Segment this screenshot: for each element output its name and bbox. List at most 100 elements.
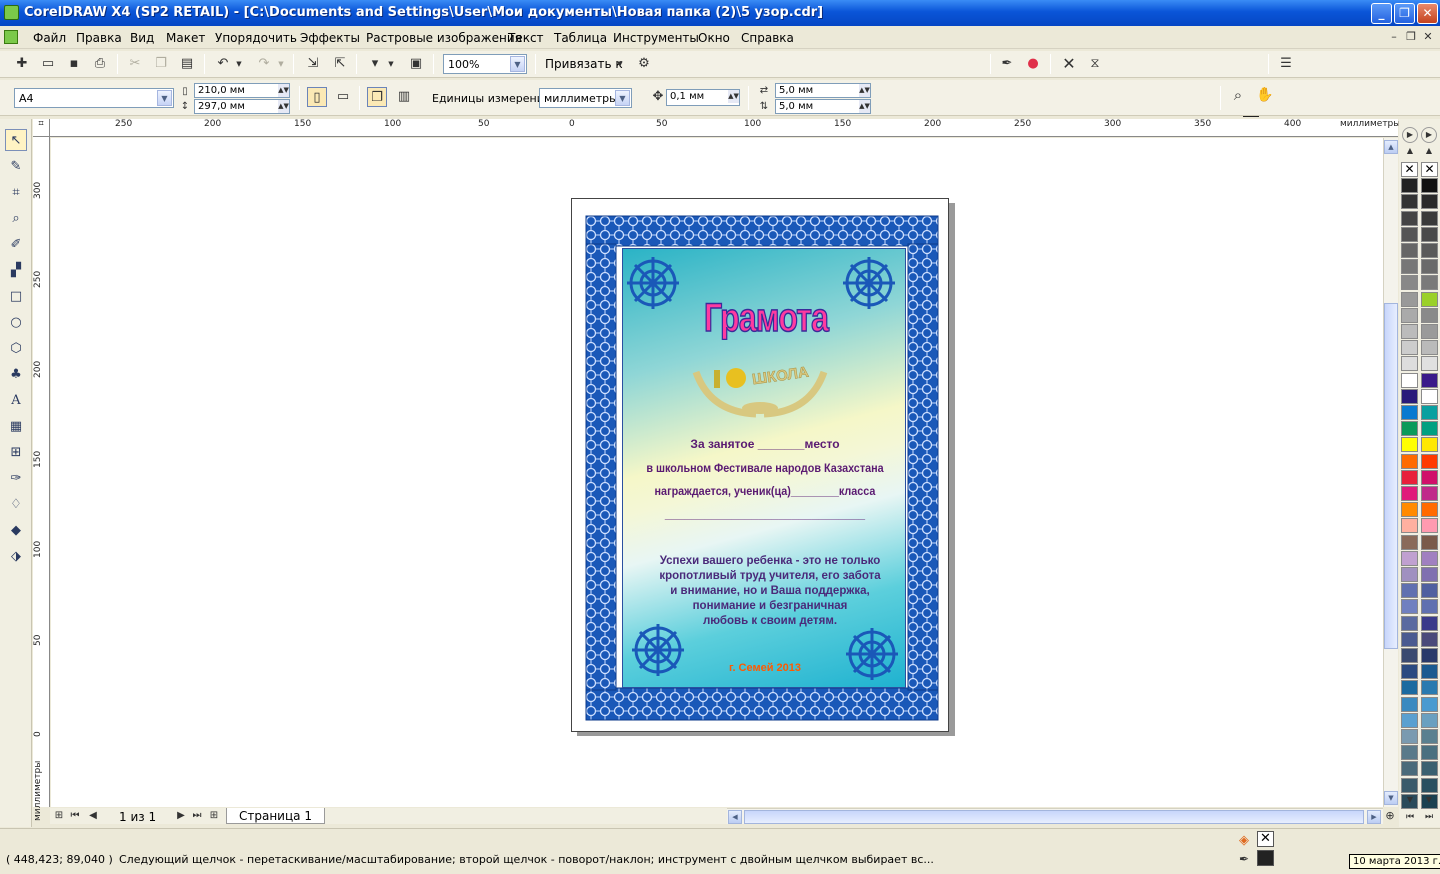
landscape-icon[interactable]: ▭ bbox=[333, 87, 353, 107]
color-swatch[interactable] bbox=[1401, 664, 1418, 680]
palette-up-icon[interactable]: ▲ bbox=[1402, 141, 1418, 157]
color-swatch[interactable] bbox=[1421, 469, 1438, 485]
color-swatch[interactable] bbox=[1401, 226, 1418, 242]
cut-icon[interactable]: ✂ bbox=[125, 54, 145, 74]
menu-bitmaps[interactable]: Растровые изображения bbox=[366, 31, 522, 45]
vertical-ruler[interactable]: 300 250 200 150 100 50 0 миллиметры bbox=[33, 137, 50, 821]
pick-tool-icon[interactable]: ↖ bbox=[5, 129, 27, 151]
color-swatch[interactable] bbox=[1421, 696, 1438, 712]
color-swatch[interactable] bbox=[1401, 453, 1418, 469]
menu-help[interactable]: Справка bbox=[741, 31, 794, 45]
color-swatch[interactable] bbox=[1421, 324, 1438, 339]
color-swatch[interactable] bbox=[1401, 631, 1418, 647]
options-icon[interactable]: ⚙ bbox=[634, 54, 654, 74]
color-swatch[interactable] bbox=[1401, 324, 1418, 339]
fill-none-swatch-icon[interactable]: ✕ bbox=[1257, 831, 1274, 847]
color-swatch[interactable] bbox=[1401, 583, 1418, 599]
color-swatch[interactable] bbox=[1421, 453, 1438, 469]
color-swatch[interactable] bbox=[1421, 712, 1438, 728]
redo-icon[interactable]: ↷ bbox=[254, 54, 274, 74]
duplicate-x-field[interactable]: 5,0 мм ▲▼ bbox=[775, 83, 871, 98]
color-swatch[interactable] bbox=[1401, 680, 1418, 696]
doc-restore-button[interactable]: ❐ bbox=[1403, 30, 1419, 44]
spinner-arrows-icon[interactable]: ▲▼ bbox=[859, 84, 870, 97]
color-swatch[interactable] bbox=[1401, 356, 1418, 372]
first-page-icon[interactable]: ⏮ bbox=[68, 806, 82, 826]
undo-icon[interactable]: ↶ bbox=[213, 54, 233, 74]
spinner-arrows-icon[interactable]: ▲▼ bbox=[278, 84, 289, 97]
color-swatch[interactable] bbox=[1421, 518, 1438, 534]
dimension-tool-icon[interactable]: ⊞ bbox=[5, 442, 27, 464]
outline-color-swatch[interactable] bbox=[1257, 850, 1274, 866]
interactive-fill-tool-icon[interactable]: ⬗ bbox=[5, 546, 27, 568]
color-swatch[interactable] bbox=[1421, 405, 1438, 420]
color-swatch[interactable] bbox=[1401, 421, 1418, 437]
nudge-distance-field[interactable]: 0,1 мм ▲▼ bbox=[666, 89, 740, 106]
crop-tool-icon[interactable]: ⌗ bbox=[5, 182, 27, 204]
spinner-arrows-icon[interactable]: ▲▼ bbox=[728, 90, 739, 103]
scroll-right-icon[interactable]: ▶ bbox=[1367, 810, 1381, 824]
color-swatch[interactable] bbox=[1421, 599, 1438, 615]
color-swatch[interactable] bbox=[1421, 745, 1438, 761]
color-swatch[interactable] bbox=[1401, 745, 1418, 761]
color-swatch[interactable] bbox=[1421, 761, 1438, 777]
color-swatch[interactable] bbox=[1401, 194, 1418, 210]
open-folder-icon[interactable]: ▭ bbox=[38, 54, 58, 74]
table-tool-icon[interactable]: ▦ bbox=[5, 416, 27, 438]
menu-tools[interactable]: Инструменты bbox=[613, 31, 699, 45]
freehand-tool-icon[interactable]: ✐ bbox=[5, 234, 27, 256]
color-swatch[interactable] bbox=[1421, 583, 1438, 599]
pan-hand-icon[interactable]: ✋ bbox=[1255, 85, 1275, 105]
basic-shapes-tool-icon[interactable]: ♣ bbox=[5, 364, 27, 386]
color-swatch[interactable] bbox=[1421, 421, 1438, 437]
palette-end-icon[interactable]: ⏭ bbox=[1421, 807, 1437, 823]
previous-page-icon[interactable]: ◀ bbox=[86, 806, 100, 826]
color-swatch[interactable] bbox=[1401, 210, 1418, 226]
color-swatch[interactable] bbox=[1401, 534, 1418, 550]
color-swatch[interactable] bbox=[1401, 567, 1418, 582]
spinner-arrows-icon[interactable]: ▲▼ bbox=[278, 100, 289, 113]
redo-dropdown-icon[interactable]: ▼ bbox=[275, 54, 287, 74]
color-swatch[interactable] bbox=[1401, 648, 1418, 663]
color-swatch[interactable] bbox=[1401, 615, 1418, 631]
palette-up-icon[interactable]: ▲ bbox=[1421, 141, 1437, 157]
chevron-down-icon[interactable]: ▼ bbox=[157, 90, 172, 106]
polygon-tool-icon[interactable]: ⬡ bbox=[5, 338, 27, 360]
current-page-icon[interactable]: ▥ bbox=[394, 87, 414, 107]
menu-edit[interactable]: Правка bbox=[76, 31, 122, 45]
color-swatch[interactable] bbox=[1421, 340, 1438, 356]
vertical-scrollbar[interactable]: ▲ ▼ bbox=[1383, 138, 1398, 807]
next-page-icon[interactable]: ▶ bbox=[174, 806, 188, 826]
color-swatch[interactable] bbox=[1421, 729, 1438, 744]
spinner-arrows-icon[interactable]: ▲▼ bbox=[859, 100, 870, 113]
launcher-dropdown-icon[interactable]: ▼ bbox=[385, 54, 397, 74]
color-swatch[interactable] bbox=[1401, 307, 1418, 323]
scroll-up-icon[interactable]: ▲ bbox=[1384, 140, 1398, 154]
page-width-field[interactable]: 210,0 мм ▲▼ bbox=[194, 83, 290, 98]
zoom-level-combo[interactable]: 100% ▼ bbox=[443, 54, 527, 74]
add-page-after-icon[interactable]: ⊞ bbox=[207, 806, 221, 826]
shape-tool-icon[interactable]: ✎ bbox=[5, 156, 27, 178]
color-swatch[interactable] bbox=[1401, 502, 1418, 518]
menu-view[interactable]: Вид bbox=[130, 31, 154, 45]
page-height-field[interactable]: 297,0 мм ▲▼ bbox=[194, 99, 290, 114]
application-launcher-icon[interactable]: ▾ bbox=[365, 54, 385, 74]
no-color-swatch-icon[interactable]: ✕ bbox=[1421, 162, 1438, 177]
color-swatch[interactable] bbox=[1421, 680, 1438, 696]
chevron-down-icon[interactable]: ▼ bbox=[615, 90, 630, 106]
color-swatch[interactable] bbox=[1421, 194, 1438, 210]
doc-close-button[interactable]: ✕ bbox=[1420, 30, 1436, 44]
close-button[interactable]: ✕ bbox=[1417, 3, 1438, 24]
units-combo[interactable]: миллиметры ▼ bbox=[539, 88, 632, 108]
color-swatch[interactable] bbox=[1421, 307, 1438, 323]
horizontal-scrollbar[interactable]: ◀ ▶ bbox=[727, 808, 1383, 824]
snap-to-button[interactable]: Привязать к bbox=[545, 57, 623, 71]
menu-file[interactable]: Файл bbox=[33, 31, 66, 45]
color-swatch[interactable] bbox=[1401, 275, 1418, 291]
color-swatch[interactable] bbox=[1401, 550, 1418, 566]
outline-pen-icon[interactable]: ✒ bbox=[997, 54, 1017, 74]
palette-down-icon[interactable]: ▼ bbox=[1402, 790, 1418, 806]
portrait-icon[interactable]: ▯ bbox=[307, 87, 327, 107]
copy-icon[interactable]: ❐ bbox=[151, 54, 171, 74]
snap-dropdown-icon[interactable]: ▼ bbox=[613, 54, 627, 74]
